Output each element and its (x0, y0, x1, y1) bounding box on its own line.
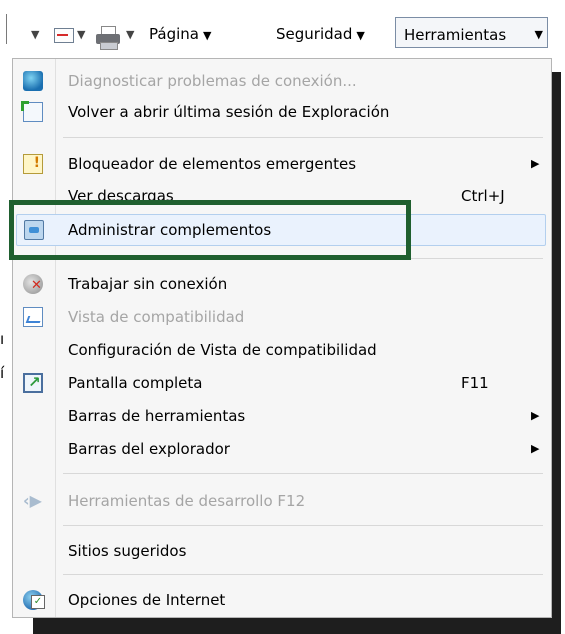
home-dropdown-arrow-icon[interactable]: ▼ (31, 28, 39, 41)
chevron-down-icon: ▼ (534, 28, 543, 41)
popup-blocker-icon (23, 154, 43, 174)
page-menu-button[interactable]: Página ▼ (149, 25, 211, 43)
menu-item-diagnose: Diagnosticar problemas de conexión... (13, 65, 551, 97)
submenu-arrow-icon: ▶ (531, 442, 540, 455)
menu-item-label: Volver a abrir última sesión de Explorac… (68, 103, 390, 121)
tools-dropdown-menu: Diagnosticar problemas de conexión... Vo… (12, 58, 552, 618)
menu-item-label: Barras de herramientas (68, 407, 246, 425)
background-text-fragment: ı (0, 330, 5, 348)
menu-item-label: Sitios sugeridos (68, 542, 187, 560)
internet-options-icon (23, 590, 45, 610)
menu-item-label: Configuración de Vista de compatibilidad (68, 341, 377, 359)
full-screen-icon (23, 373, 43, 393)
menu-separator (63, 137, 543, 138)
security-menu-label: Seguridad (276, 25, 353, 43)
menu-item-compat-view: Vista de compatibilidad (13, 301, 551, 333)
chevron-down-icon: ▼ (356, 29, 365, 42)
print-icon[interactable] (96, 26, 120, 50)
menu-item-developer-tools: ‹▶ Herramientas de desarrollo F12 (13, 485, 551, 517)
menu-item-shortcut: Ctrl+J (461, 187, 505, 205)
reopen-session-icon (21, 101, 43, 122)
menu-item-compat-settings[interactable]: Configuración de Vista de compatibilidad (13, 334, 551, 366)
developer-tools-icon: ‹▶ (23, 491, 42, 510)
menu-separator (63, 525, 543, 526)
page-menu-label: Página (149, 25, 199, 43)
compatibility-view-icon (23, 307, 43, 327)
submenu-arrow-icon: ▶ (531, 157, 540, 170)
menu-item-internet-options[interactable]: Opciones de Internet (13, 584, 551, 616)
mail-dropdown-arrow-icon[interactable]: ▼ (77, 28, 85, 41)
menu-item-toolbars[interactable]: Barras de herramientas ▶ (13, 400, 551, 432)
menu-item-label: Bloqueador de elementos emergentes (68, 155, 357, 173)
menu-item-full-screen[interactable]: Pantalla completa F11 (13, 367, 551, 399)
menu-separator (63, 574, 543, 575)
menu-item-explorer-bars[interactable]: Barras del explorador ▶ (13, 433, 551, 465)
tools-menu-button[interactable]: Herramientas ▼ (395, 17, 548, 48)
print-dropdown-arrow-icon[interactable]: ▼ (126, 28, 134, 41)
menu-item-label: Vista de compatibilidad (68, 308, 245, 326)
network-diagnostics-icon (23, 71, 43, 91)
security-menu-button[interactable]: Seguridad ▼ (276, 25, 365, 43)
menu-item-label: Pantalla completa (68, 374, 203, 392)
menu-item-label: Opciones de Internet (68, 591, 226, 609)
menu-item-shortcut: F11 (461, 374, 489, 392)
toolbar-edge (0, 14, 7, 44)
submenu-arrow-icon: ▶ (531, 409, 540, 422)
work-offline-icon (23, 274, 43, 294)
menu-item-suggested-sites[interactable]: Sitios sugeridos (13, 535, 551, 567)
menu-item-label: Diagnosticar problemas de conexión... (68, 72, 357, 90)
menu-item-label: Trabajar sin conexión (68, 275, 228, 293)
read-mail-icon[interactable] (54, 28, 74, 43)
chevron-down-icon: ▼ (202, 29, 212, 42)
menu-item-label: Barras del explorador (68, 440, 230, 458)
menu-item-label: Herramientas de desarrollo F12 (68, 492, 306, 510)
menu-item-popup-blocker[interactable]: Bloqueador de elementos emergentes ▶ (13, 148, 551, 180)
background-text-fragment: í (0, 364, 5, 382)
menu-item-work-offline[interactable]: Trabajar sin conexión (13, 268, 551, 300)
menu-separator (63, 473, 543, 474)
menu-item-reopen-session[interactable]: Volver a abrir última sesión de Explorac… (13, 96, 551, 128)
highlight-annotation-box (9, 200, 411, 260)
tools-menu-label: Herramientas (404, 26, 507, 44)
command-bar: ▼ ▼ ▼ Página ▼ Seguridad ▼ Herramientas ▼ (0, 0, 565, 58)
